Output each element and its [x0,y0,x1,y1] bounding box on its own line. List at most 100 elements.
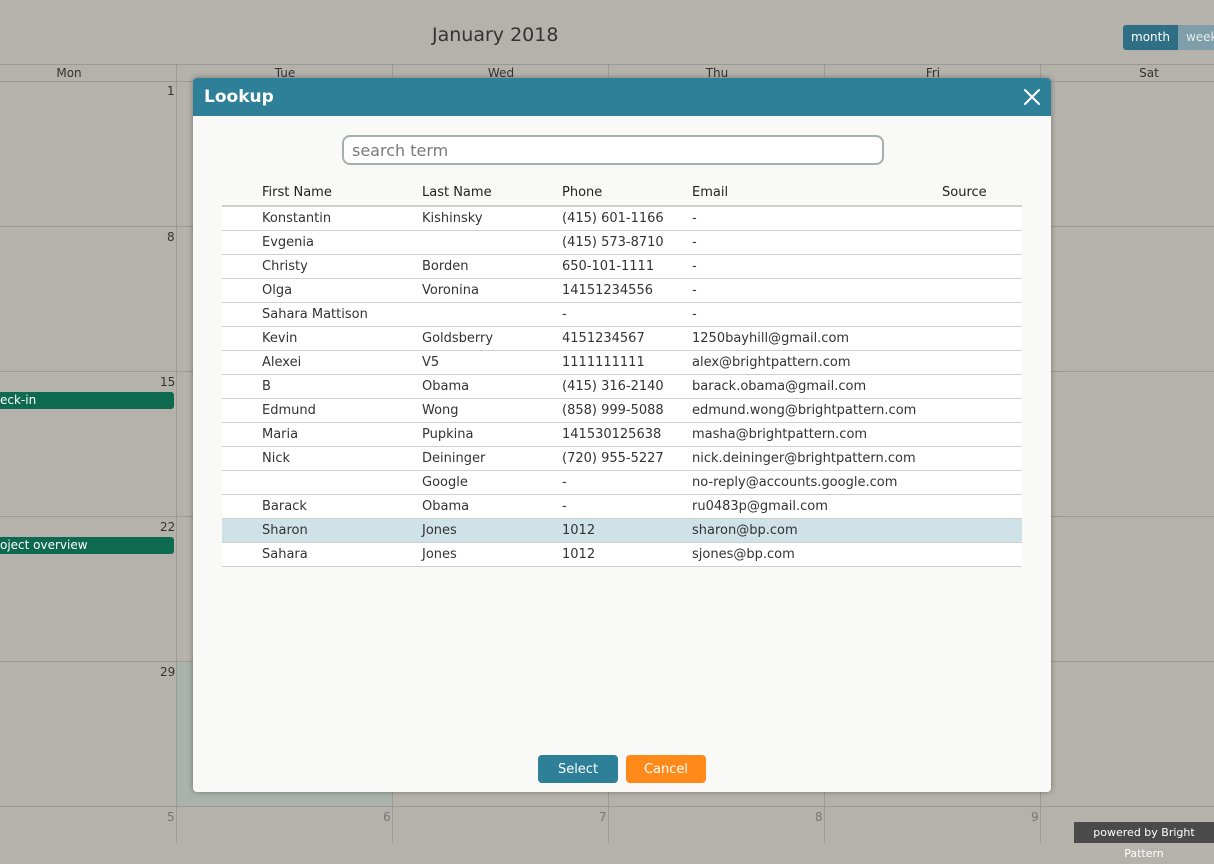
cell-phone: 4151234567 [562,331,645,346]
table-row[interactable]: Evgenia (415) 573-8710 - [222,231,1022,255]
day-number[interactable]: 29 [160,665,175,679]
cell-email: ru0483p@gmail.com [692,499,828,514]
cell-phone: (415) 601-1166 [562,211,664,226]
cell-phone: 1111111111 [562,355,645,370]
search-input[interactable] [342,135,884,165]
cell-last-name: Goldsberry [422,331,494,346]
calendar-event[interactable]: eck-in [0,392,174,409]
cell-phone: (415) 573-8710 [562,235,664,250]
cancel-button[interactable]: Cancel [626,755,706,783]
cell-phone: (415) 316-2140 [562,379,664,394]
dialog-header: Lookup [193,78,1051,116]
cell-first-name: Sahara Mattison [262,307,368,322]
cell-email: - [692,235,697,250]
cell-phone: (720) 955-5227 [562,451,664,466]
cell-first-name: Nick [262,451,291,466]
view-switcher: month week [1123,25,1214,50]
cell-first-name: Sahara [262,547,308,562]
table-row[interactable]: Olga Voronina 14151234556 - [222,279,1022,303]
cell-email: edmund.wong@brightpattern.com [692,403,917,418]
cell-phone: - [562,499,567,514]
cell-first-name: Kevin [262,331,298,346]
day-header-mon: Mon [56,66,82,80]
table-header: First Name Last Name Phone Email Source [222,182,1022,207]
cell-first-name: B [262,379,271,394]
column-header-email[interactable]: Email [692,185,728,200]
calendar-event[interactable]: oject overview [0,537,174,554]
cell-first-name: Olga [262,283,293,298]
day-number[interactable]: 8 [167,230,175,244]
cell-phone: 1012 [562,523,596,538]
cell-first-name: Edmund [262,403,316,418]
cell-last-name: Obama [422,499,470,514]
day-number[interactable]: 6 [383,810,391,824]
column-header-first-name[interactable]: First Name [262,185,332,200]
day-header-sat: Sat [1139,66,1159,80]
cell-email: nick.deininger@brightpattern.com [692,451,916,466]
day-number[interactable]: 1 [167,84,175,98]
cell-first-name: Barack [262,499,307,514]
table-body: Konstantin Kishinsky (415) 601-1166- Evgeni… [222,207,1022,567]
cell-phone: (858) 999-5088 [562,403,664,418]
grid-line [176,64,177,843]
close-icon[interactable] [1021,86,1043,108]
column-header-phone[interactable]: Phone [562,185,602,200]
cell-last-name: V5 [422,355,440,370]
cell-email: - [692,259,697,274]
day-number[interactable]: 22 [160,520,175,534]
table-row[interactable]: Christy Borden 650-101-1111 - [222,255,1022,279]
table-row[interactable]: Kevin Goldsberry 4151234567 1250bayhill@gma… [222,327,1022,351]
cell-last-name: Google [422,475,468,490]
lookup-dialog: Lookup First Name Last Name Phone Email … [193,78,1051,792]
column-header-source[interactable]: Source [942,185,987,200]
day-number[interactable]: 9 [1031,810,1039,824]
cell-email: barack.obama@gmail.com [692,379,867,394]
cell-email: - [692,211,697,226]
table-row[interactable]: Sahara Mattison - - [222,303,1022,327]
cell-phone: - [562,475,567,490]
table-row[interactable]: Barack Obama - ru0483p@gmail.com [222,495,1022,519]
cell-email: sjones@bp.com [692,547,795,562]
cell-last-name: Jones [422,523,457,538]
cell-email: - [692,283,697,298]
table-row[interactable]: Sharon Jones 1012 sharon@bp.com [222,519,1022,543]
day-number[interactable]: 7 [599,810,607,824]
table-row[interactable]: Sahara Jones 1012 sjones@bp.com [222,543,1022,567]
table-row[interactable]: Konstantin Kishinsky (415) 601-1166 - [222,207,1022,231]
cell-last-name: Pupkina [422,427,474,442]
results-table: First Name Last Name Phone Email Source … [222,182,1022,567]
cell-last-name: Obama [422,379,470,394]
table-row[interactable]: Maria Pupkina 141530125638 masha@brightpatt… [222,423,1022,447]
month-view-button[interactable]: month [1123,25,1178,50]
cell-last-name: Deininger [422,451,486,466]
table-row[interactable]: Google - no-reply@accounts.google.com [222,471,1022,495]
powered-by-footer: powered by Bright Pattern [1074,822,1214,860]
table-row[interactable]: Alexei V5 1111111111 alex@brightpattern.com [222,351,1022,375]
cell-first-name: Alexei [262,355,302,370]
cell-phone: 650-101-1111 [562,259,655,274]
cell-first-name: Sharon [262,523,308,538]
cell-email: alex@brightpattern.com [692,355,851,370]
day-number[interactable]: 8 [815,810,823,824]
select-button[interactable]: Select [538,755,618,783]
cell-last-name: Voronina [422,283,479,298]
cell-phone: 1012 [562,547,596,562]
cell-first-name: Christy [262,259,308,274]
cell-phone: 141530125638 [562,427,662,442]
table-row[interactable]: Edmund Wong (858) 999-5088 edmund.wong@brig… [222,399,1022,423]
dialog-title: Lookup [204,87,274,107]
day-number[interactable]: 5 [167,810,175,824]
table-row[interactable]: B Obama (415) 316-2140 barack.obama@gmail.c… [222,375,1022,399]
cell-phone: - [562,307,567,322]
day-number[interactable]: 15 [160,375,175,389]
column-header-last-name[interactable]: Last Name [422,185,492,200]
cell-last-name: Borden [422,259,469,274]
table-row[interactable]: Nick Deininger (720) 955-5227 nick.deininge… [222,447,1022,471]
cell-last-name: Wong [422,403,459,418]
calendar-title: January 2018 [432,24,559,46]
cell-last-name: Kishinsky [422,211,483,226]
cell-email: - [692,307,697,322]
grid-line [0,806,1214,807]
cell-first-name: Maria [262,427,299,442]
week-view-button[interactable]: week [1177,25,1214,50]
